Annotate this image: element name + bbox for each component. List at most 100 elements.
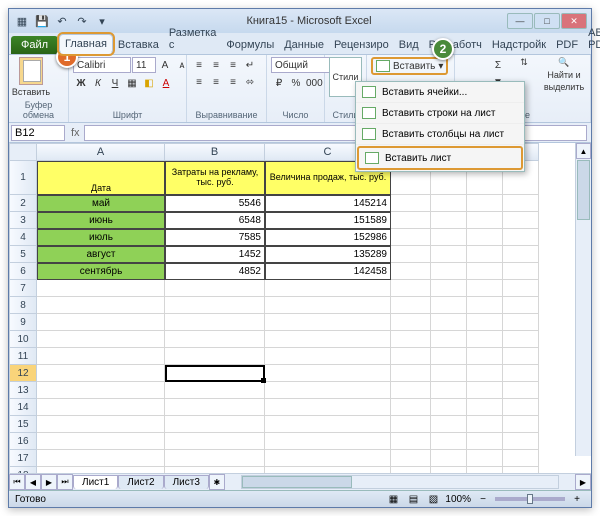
menu-insert-columns[interactable]: Вставить столбцы на лист <box>356 124 524 145</box>
cell[interactable] <box>37 450 165 467</box>
tab-insert[interactable]: Вставка <box>113 36 164 54</box>
cell[interactable] <box>391 212 431 229</box>
cell[interactable] <box>391 433 431 450</box>
percent-icon[interactable]: % <box>288 75 304 91</box>
cell[interactable] <box>467 450 503 467</box>
zoom-thumb[interactable] <box>527 494 533 504</box>
cell[interactable] <box>431 263 467 280</box>
cell-a5[interactable]: август <box>37 246 165 263</box>
cell[interactable] <box>391 382 431 399</box>
cell-b2[interactable]: 5546 <box>165 195 265 212</box>
cell-b6[interactable]: 4852 <box>165 263 265 280</box>
row-header-15[interactable]: 15 <box>9 416 37 433</box>
zoom-out-icon[interactable]: − <box>475 491 491 507</box>
vscroll-thumb[interactable] <box>577 160 590 220</box>
sheet-tab-3[interactable]: Лист3 <box>164 475 209 489</box>
cell[interactable] <box>503 399 539 416</box>
cell[interactable] <box>391 331 431 348</box>
cell[interactable] <box>37 314 165 331</box>
cell[interactable] <box>431 297 467 314</box>
cell[interactable] <box>431 280 467 297</box>
sort-filter-button[interactable]: ⇅ <box>509 57 539 68</box>
row-header-9[interactable]: 9 <box>9 314 37 331</box>
col-header-a[interactable]: A <box>37 143 165 161</box>
cell[interactable] <box>265 433 391 450</box>
cell[interactable] <box>431 212 467 229</box>
cell[interactable] <box>431 365 467 382</box>
cell[interactable] <box>431 399 467 416</box>
wrap-icon[interactable]: ↵ <box>242 57 258 73</box>
autosum-icon[interactable]: Σ <box>490 57 506 73</box>
row-header-7[interactable]: 7 <box>9 280 37 297</box>
view-layout-icon[interactable]: ▤ <box>405 491 421 507</box>
fill-color-button[interactable]: ◧ <box>141 75 157 91</box>
redo-icon[interactable]: ↷ <box>73 12 91 30</box>
cell[interactable] <box>467 365 503 382</box>
row-header-12[interactable]: 12 <box>9 365 37 382</box>
cell[interactable] <box>391 450 431 467</box>
cell[interactable] <box>165 314 265 331</box>
row-header-17[interactable]: 17 <box>9 450 37 467</box>
cell[interactable] <box>467 416 503 433</box>
cell-a4[interactable]: июль <box>37 229 165 246</box>
cell[interactable] <box>165 365 265 382</box>
sheet-tab-2[interactable]: Лист2 <box>118 475 163 489</box>
vertical-scrollbar[interactable]: ▲ <box>575 143 591 456</box>
cell-b3[interactable]: 6548 <box>165 212 265 229</box>
cell[interactable] <box>391 416 431 433</box>
align-mid-icon[interactable]: ≡ <box>208 57 224 73</box>
cell[interactable] <box>467 280 503 297</box>
row-header-2[interactable]: 2 <box>9 195 37 212</box>
underline-button[interactable]: Ч <box>107 75 123 91</box>
menu-insert-sheet[interactable]: Вставить лист <box>357 146 523 170</box>
cell[interactable] <box>391 297 431 314</box>
cell[interactable] <box>265 399 391 416</box>
cell[interactable] <box>391 229 431 246</box>
menu-insert-rows[interactable]: Вставить строки на лист <box>356 103 524 124</box>
cell-c6[interactable]: 142458 <box>265 263 391 280</box>
bold-button[interactable]: Ж <box>73 75 89 91</box>
align-bot-icon[interactable]: ≡ <box>225 57 241 73</box>
cell[interactable] <box>265 450 391 467</box>
cell[interactable] <box>503 433 539 450</box>
cell[interactable] <box>431 433 467 450</box>
cell-c3[interactable]: 151589 <box>265 212 391 229</box>
cell[interactable] <box>165 331 265 348</box>
sheet-last-icon[interactable]: ⏭ <box>57 474 73 490</box>
cell[interactable] <box>391 348 431 365</box>
row-header-16[interactable]: 16 <box>9 433 37 450</box>
comma-icon[interactable]: 000 <box>305 75 324 91</box>
cell[interactable] <box>165 297 265 314</box>
save-icon[interactable]: 💾 <box>33 12 51 30</box>
scroll-up-icon[interactable]: ▲ <box>576 143 591 159</box>
cell-c2[interactable]: 145214 <box>265 195 391 212</box>
cell[interactable] <box>431 416 467 433</box>
cell[interactable] <box>431 382 467 399</box>
cell[interactable] <box>467 314 503 331</box>
new-sheet-icon[interactable]: ✱ <box>209 474 225 490</box>
cell[interactable] <box>467 382 503 399</box>
select-all-corner[interactable] <box>9 143 37 161</box>
cell[interactable] <box>165 399 265 416</box>
minimize-button[interactable]: — <box>507 13 533 29</box>
cell[interactable] <box>503 382 539 399</box>
tab-pdf[interactable]: PDF <box>551 36 583 54</box>
cell-c5[interactable]: 135289 <box>265 246 391 263</box>
cell[interactable] <box>467 331 503 348</box>
row-header-11[interactable]: 11 <box>9 348 37 365</box>
row-header-14[interactable]: 14 <box>9 399 37 416</box>
merge-icon[interactable]: ⬄ <box>242 74 258 90</box>
align-center-icon[interactable]: ≡ <box>208 74 224 90</box>
cell[interactable] <box>503 212 539 229</box>
cell[interactable] <box>37 348 165 365</box>
cell[interactable] <box>37 280 165 297</box>
cell[interactable] <box>467 212 503 229</box>
cell[interactable] <box>467 263 503 280</box>
cell[interactable] <box>37 365 165 382</box>
cell[interactable] <box>165 348 265 365</box>
row-header-13[interactable]: 13 <box>9 382 37 399</box>
tab-addins[interactable]: Надстройк <box>487 36 551 54</box>
cell-a3[interactable]: июнь <box>37 212 165 229</box>
col-header-b[interactable]: B <box>165 143 265 161</box>
currency-icon[interactable]: ₽ <box>271 75 287 91</box>
